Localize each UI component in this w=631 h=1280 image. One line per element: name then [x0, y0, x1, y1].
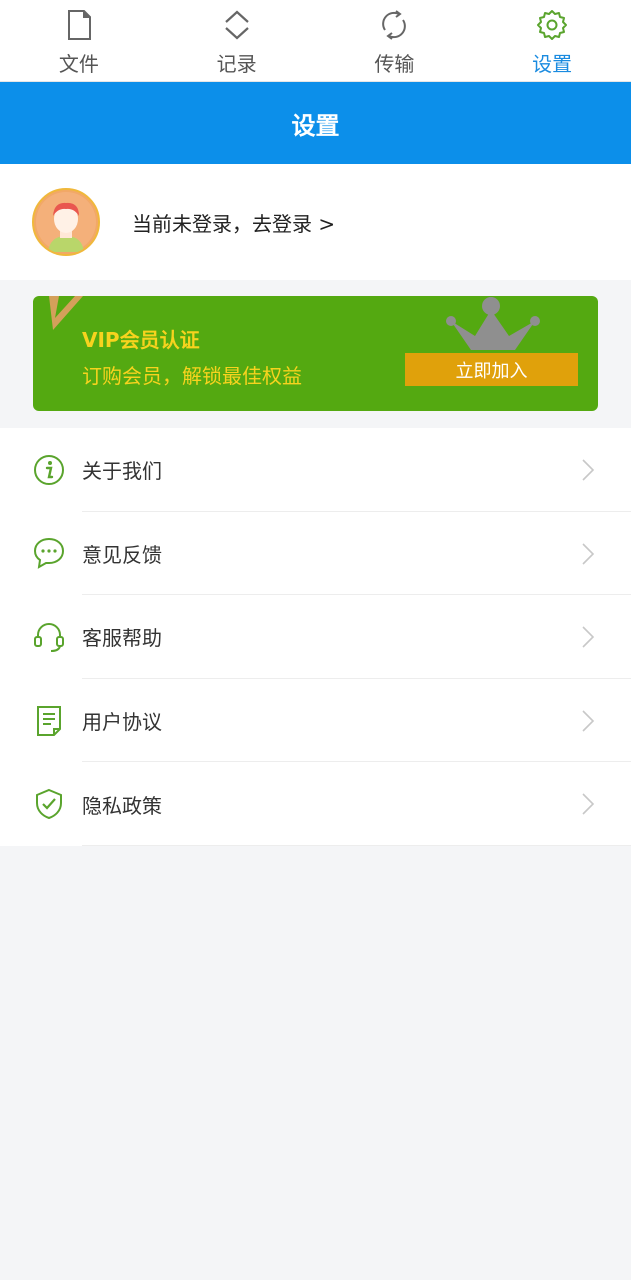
tab-settings-label: 设置 — [532, 52, 573, 76]
tab-records-label: 记录 — [216, 52, 257, 76]
chevron-right-icon — [582, 626, 595, 648]
page-header: 设置 — [0, 82, 631, 164]
menu-item-user-agreement[interactable]: 用户协议 — [0, 679, 631, 763]
chat-icon — [33, 538, 65, 570]
vip-card[interactable]: VIP会员认证 订购会员，解锁最佳权益 立即加入 — [33, 296, 598, 411]
chevron-right-icon — [582, 459, 595, 481]
menu-item-privacy-label: 隐私政策 — [82, 793, 162, 818]
login-row[interactable]: 当前未登录，去登录 > — [0, 164, 631, 280]
vip-subtitle: 订购会员，解锁最佳权益 — [82, 364, 302, 388]
menu-item-privacy[interactable]: 隐私政策 — [0, 762, 631, 846]
user-avatar-icon — [36, 192, 96, 252]
tab-settings[interactable]: 设置 — [473, 0, 631, 81]
sync-icon — [382, 10, 407, 40]
chevron-right-icon — [582, 710, 595, 732]
gear-icon — [537, 10, 568, 40]
shield-check-icon — [36, 789, 62, 820]
chevron-right-icon — [582, 793, 595, 815]
menu-item-support[interactable]: 客服帮助 — [0, 595, 631, 679]
record-icon — [224, 10, 249, 40]
menu-item-about[interactable]: 关于我们 — [0, 428, 631, 512]
tab-records[interactable]: 记录 — [158, 0, 316, 81]
menu-item-feedback-label: 意见反馈 — [82, 542, 162, 567]
login-prompt: 当前未登录，去登录 > — [132, 211, 336, 236]
tab-transfer[interactable]: 传输 — [316, 0, 474, 81]
info-icon — [34, 454, 64, 485]
tab-files-label: 文件 — [58, 52, 99, 76]
tab-transfer-label: 传输 — [374, 52, 415, 76]
avatar — [32, 188, 100, 256]
join-vip-button[interactable]: 立即加入 — [405, 353, 578, 386]
file-icon — [67, 10, 91, 40]
menu-item-feedback[interactable]: 意见反馈 — [0, 512, 631, 596]
vip-badge-icon — [49, 296, 83, 330]
vip-section: VIP会员认证 订购会员，解锁最佳权益 立即加入 — [0, 280, 631, 428]
vip-title: VIP会员认证 — [82, 328, 200, 352]
document-icon — [37, 705, 61, 736]
page-title: 设置 — [291, 111, 340, 140]
tab-files[interactable]: 文件 — [0, 0, 158, 81]
settings-menu: 关于我们 意见反馈 客服帮助 用户协议 隐私政策 — [0, 428, 631, 846]
chevron-right-icon — [582, 543, 595, 565]
menu-item-about-label: 关于我们 — [82, 459, 162, 484]
menu-item-user-agreement-label: 用户协议 — [82, 710, 162, 735]
crown-icon — [446, 297, 540, 350]
headset-icon — [34, 623, 64, 652]
menu-item-support-label: 客服帮助 — [82, 626, 162, 651]
tab-bar: 文件 记录 传输 设置 — [0, 0, 631, 82]
